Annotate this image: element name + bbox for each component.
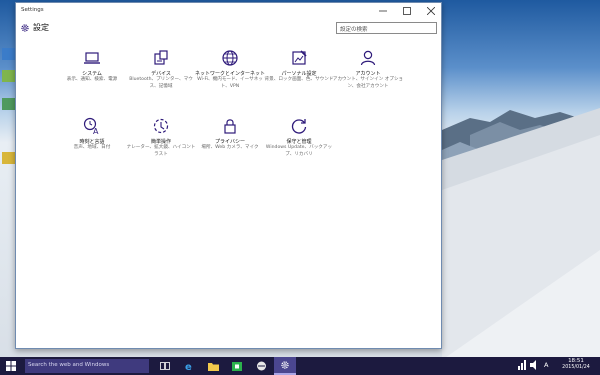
- category-title: 時刻と言語: [79, 139, 105, 145]
- taskbar-store[interactable]: [226, 357, 248, 375]
- clock-date: 2015/01/24: [562, 365, 590, 370]
- network-icon[interactable]: [518, 360, 526, 370]
- task-view-icon: [160, 362, 170, 370]
- category-title: 簡単操作: [150, 139, 171, 145]
- paint-icon: [292, 50, 307, 65]
- category-description: 音声、地域、日付: [73, 145, 111, 150]
- category-description: Wi-Fi、機内モード、イーサネット、VPN: [197, 77, 263, 89]
- taskbar-app[interactable]: [250, 357, 272, 375]
- xbox-icon: [256, 361, 266, 371]
- category-title: アカウント: [355, 71, 381, 77]
- category-update-security[interactable]: 保守と管理 Windows Update、バックアップ、リカバリ: [261, 116, 337, 176]
- category-description: 表示、通知、検索、電源: [66, 77, 118, 82]
- taskbar-search-placeholder: Search the web and Windows: [28, 362, 110, 368]
- maximize-icon: [403, 7, 411, 15]
- desktop-shortcut-icon[interactable]: [2, 48, 15, 60]
- category-title: システム: [82, 71, 102, 77]
- ime-indicator[interactable]: A: [544, 361, 548, 369]
- taskbar-ie[interactable]: e: [178, 357, 200, 375]
- close-button[interactable]: [419, 3, 443, 19]
- clock-time: 18:51: [568, 358, 584, 364]
- svg-text:A: A: [93, 127, 99, 136]
- maximize-button[interactable]: [395, 3, 419, 19]
- svg-text:e: e: [185, 362, 192, 371]
- category-title: 保守と管理: [286, 139, 312, 145]
- folder-icon: [207, 362, 219, 371]
- category-description: ナレーター、拡大鏡、ハイコントラスト: [126, 145, 196, 157]
- globe-icon: [222, 50, 238, 66]
- category-title: デバイス: [151, 71, 171, 77]
- desktop-shortcut-icon[interactable]: [2, 152, 15, 164]
- settings-window: Settings 設定 設定の検索 システム 表示、通知、検索、電源 デバイス …: [15, 2, 442, 349]
- ease-of-access-icon: [153, 118, 169, 134]
- desktop-shortcut-icon[interactable]: [2, 98, 15, 110]
- settings-search-input[interactable]: 設定の検索: [336, 22, 437, 34]
- category-title: パーソナル設定: [281, 71, 317, 77]
- minimize-button[interactable]: [371, 3, 395, 19]
- laptop-icon: [84, 52, 100, 64]
- category-network[interactable]: ネットワークとインターネット Wi-Fi、機内モード、イーサネット、VPN: [192, 48, 268, 108]
- person-icon: [360, 50, 376, 66]
- clock-language-icon: A: [83, 117, 99, 136]
- category-personalization[interactable]: パーソナル設定 背景、ロック画面、色、サウンド: [261, 48, 337, 108]
- gear-icon: [281, 361, 289, 369]
- category-description: Windows Update、バックアップ、リカバリ: [265, 145, 333, 157]
- page-title: 設定: [33, 23, 49, 32]
- close-icon: [427, 7, 435, 15]
- category-ease-of-access[interactable]: 簡単操作 ナレーター、拡大鏡、ハイコントラスト: [123, 116, 199, 176]
- category-devices[interactable]: デバイス Bluetooth、プリンター、マウス、記憶域: [123, 48, 199, 108]
- taskbar-settings[interactable]: [274, 357, 296, 375]
- start-button[interactable]: [0, 357, 22, 375]
- category-description: 背景、ロック画面、色、サウンド: [264, 77, 334, 82]
- store-icon: [232, 362, 242, 371]
- category-description: 場所、Web カメラ、マイク: [201, 145, 259, 150]
- category-time-language[interactable]: A 時刻と言語 音声、地域、日付: [54, 116, 130, 176]
- desktop-shortcut-icon[interactable]: [2, 70, 15, 82]
- category-title: プライバシー: [215, 139, 245, 145]
- category-description: Bluetooth、プリンター、マウス、記憶域: [129, 77, 193, 89]
- category-system[interactable]: システム 表示、通知、検索、電源: [54, 48, 130, 108]
- category-accounts[interactable]: アカウント アカウント、サインイン オプション、会社アカウント: [330, 48, 406, 108]
- taskbar-clock[interactable]: 18:51 2015/01/24: [556, 358, 596, 370]
- volume-icon[interactable]: [530, 360, 539, 370]
- window-title: Settings: [21, 7, 44, 13]
- category-privacy[interactable]: プライバシー 場所、Web カメラ、マイク: [192, 116, 268, 176]
- lock-icon: [224, 119, 236, 134]
- gear-icon: [21, 24, 29, 32]
- category-description: アカウント、サインイン オプション、会社アカウント: [332, 77, 404, 89]
- update-icon: [291, 119, 307, 134]
- title-bar[interactable]: Settings: [16, 3, 441, 19]
- windows-logo-icon: [6, 361, 16, 371]
- internet-explorer-icon: e: [185, 362, 192, 371]
- app-header: 設定 設定の検索: [16, 19, 441, 39]
- taskbar-search-box[interactable]: Search the web and Windows: [25, 359, 149, 373]
- category-title: ネットワークとインターネット: [194, 71, 265, 77]
- taskbar-file-explorer[interactable]: [202, 357, 224, 375]
- minimize-icon: [379, 10, 387, 12]
- search-placeholder: 設定の検索: [340, 27, 368, 33]
- task-view-button[interactable]: [154, 357, 176, 375]
- devices-icon: [154, 50, 168, 65]
- taskbar: Search the web and Windows e A 18:51 201…: [0, 357, 600, 375]
